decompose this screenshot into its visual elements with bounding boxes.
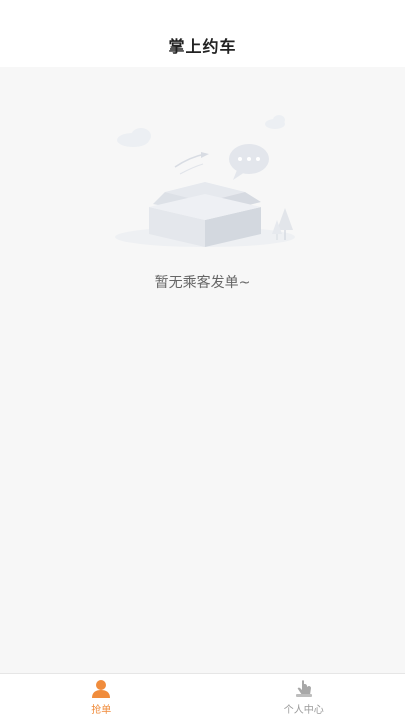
tab-grab-order-label: 抢单 bbox=[91, 704, 112, 716]
hand-tap-icon bbox=[295, 679, 312, 697]
page-title: 掌上约车 bbox=[168, 36, 237, 56]
empty-message: 暂无乘客发单~ bbox=[154, 275, 251, 291]
empty-box-illustration bbox=[105, 112, 305, 252]
tab-personal-center[interactable]: 个人中心 bbox=[203, 674, 405, 720]
app-screen: 掌上约车 暂无乘客发单~ 抢单 个人中心 bbox=[0, 0, 405, 720]
empty-box-icon bbox=[115, 115, 295, 247]
person-icon bbox=[92, 679, 111, 698]
tab-grab-order[interactable]: 抢单 bbox=[0, 674, 203, 720]
top-header: 掌上约车 bbox=[0, 0, 405, 67]
bottom-tab-bar: 抢单 个人中心 bbox=[0, 673, 405, 720]
tab-personal-center-label: 个人中心 bbox=[283, 704, 324, 716]
